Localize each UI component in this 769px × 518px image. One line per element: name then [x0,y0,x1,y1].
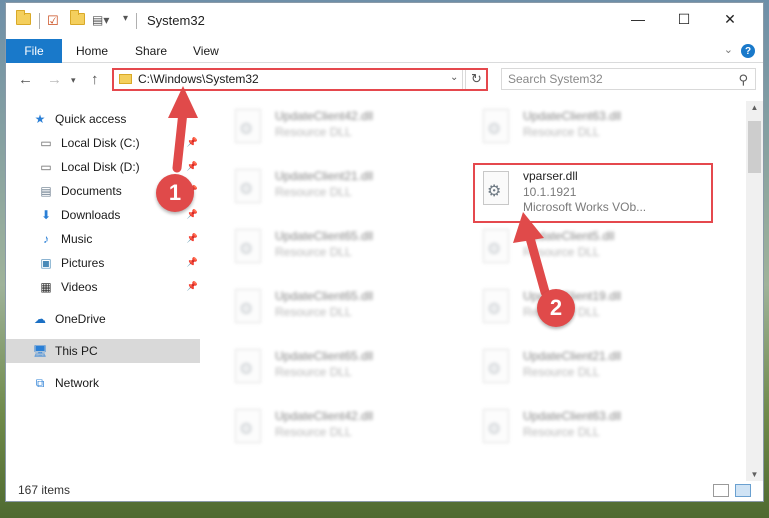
recent-locations-icon[interactable]: ▾ [71,75,76,86]
scrollbar-thumb[interactable] [748,121,761,173]
list-item[interactable]: ⚙ UpdateClient21.dll Resource DLL [231,165,461,209]
close-button[interactable]: ✕ [707,3,753,35]
sidebar-item-music[interactable]: ♪ Music 📌 [6,227,200,251]
dll-file-icon: ⚙ [231,407,265,447]
dll-file-icon: ⚙ [231,347,265,387]
new-folder-icon[interactable] [70,10,85,25]
network-icon: ⧉ [35,375,45,390]
videos-icon: ▦ [40,280,52,294]
list-item[interactable]: ⚙ UpdateClient65.dll Resource DLL [231,225,461,269]
dll-file-icon: ⚙ [231,227,265,267]
list-item[interactable]: ⚙ UpdateClient65.dll Resource DLL [231,345,461,389]
drive-icon: ▭ [40,136,52,150]
separator [39,13,40,29]
list-item[interactable]: ⚙ UpdateClient19.dllResource DLL [479,285,709,329]
pin-icon: 📌 [186,281,198,291]
dll-file-icon: ⚙ [231,107,265,147]
pc-icon: 🖥 [32,344,48,358]
customize-toolbar-icon[interactable]: ▤▾ [92,13,109,27]
pin-icon: 📌 [186,233,198,243]
search-placeholder: Search System32 [508,72,603,86]
maximize-button[interactable]: ☐ [661,3,707,35]
sidebar-item-onedrive[interactable]: ☁ OneDrive [6,307,200,331]
vertical-scrollbar[interactable]: ▲ ▼ [746,101,763,481]
ribbon-tabs: File Home Share View ⌄ ? [6,39,763,63]
pictures-icon: ▣ [40,256,52,270]
file-list: ⚙ UpdateClient42.dll Resource DLL ⚙ Updat… [211,101,741,481]
onedrive-icon: ☁ [34,312,46,326]
pin-icon: 📌 [186,137,198,147]
tab-file[interactable]: File [6,39,62,63]
list-item[interactable]: ⚙ UpdateClient42.dll Resource DLL [231,105,461,149]
folder-icon[interactable] [16,10,31,25]
tab-home[interactable]: Home [76,39,108,63]
expand-ribbon-icon[interactable]: ⌄ [724,43,733,56]
music-icon: ♪ [43,232,49,246]
sidebar-item-videos[interactable]: ▦ Videos 📌 [6,275,200,299]
up-icon[interactable]: ↑ [91,71,99,88]
list-item[interactable]: ⚙ UpdateClient42.dll Resource DLL [231,405,461,449]
dll-file-icon: ⚙ [479,227,513,267]
sidebar-item-local-disk-c[interactable]: ▭ Local Disk (C:) 📌 [6,131,200,155]
item-count: 167 items [18,483,71,497]
tab-share[interactable]: Share [135,39,167,63]
properties-icon[interactable]: ☑ [47,13,59,29]
dll-file-icon: ⚙ [479,287,513,327]
sidebar-item-this-pc[interactable]: 🖥 This PC [6,339,200,363]
downloads-icon: ⬇ [40,208,52,222]
pin-icon: 📌 [186,161,198,171]
explorer-window: ☑ ▤▾ ▾ System32 — ☐ ✕ File Home Share Vi… [5,2,764,502]
drive-icon: ▭ [40,160,52,174]
step-marker-2: 2 [537,289,575,327]
list-item[interactable]: ⚙ UpdateClient65.dll Resource DLL [231,285,461,329]
pin-icon: 📌 [186,257,198,267]
list-item[interactable]: ⚙ UpdateClient63.dll Resource DLL [479,405,709,449]
tab-view[interactable]: View [193,39,219,63]
address-highlight-box [112,68,488,91]
separator [136,13,137,29]
dll-file-icon: ⚙ [479,347,513,387]
dll-file-icon: ⚙ [479,407,513,447]
chevron-down-icon[interactable]: ▾ [123,13,128,24]
tiles-view-icon[interactable] [735,484,751,497]
documents-icon: ▤ [40,184,52,198]
pin-icon: 📌 [186,209,198,219]
scroll-down-icon[interactable]: ▼ [746,470,763,479]
minimize-button[interactable]: — [615,3,661,35]
navigation-pane: ★ Quick access ▭ Local Disk (C:) 📌 ▭ Loc… [6,101,206,481]
scroll-up-icon[interactable]: ▲ [746,103,763,112]
search-icon: ⚲ [738,72,748,87]
sidebar-item-quick-access[interactable]: ★ Quick access [6,107,200,131]
details-view-icon[interactable] [713,484,729,497]
list-item[interactable]: ⚙ UpdateClient21.dll Resource DLL [479,345,709,389]
title-bar: ☑ ▤▾ ▾ System32 — ☐ ✕ [6,3,763,39]
list-item[interactable]: ⚙ UpdateClient5.dll Resource DLL [479,225,709,269]
star-icon: ★ [34,112,46,126]
list-item[interactable]: ⚙ UpdateClient63.dll Resource DLL [479,105,709,149]
help-icon[interactable]: ? [741,44,755,58]
dll-file-icon: ⚙ [479,107,513,147]
window-title: System32 [147,13,205,28]
forward-icon[interactable]: → [47,71,62,88]
address-row: ← → ▾ ↑ C:\Windows\System32 ⌄ ↻ Search S… [6,63,763,99]
file-highlight-box [473,163,713,223]
step-marker-1: 1 [156,174,194,212]
dll-file-icon: ⚙ [231,287,265,327]
search-input[interactable]: Search System32 ⚲ [501,68,756,90]
dll-file-icon: ⚙ [231,167,265,207]
status-bar: 167 items [6,479,763,501]
sidebar-item-network[interactable]: ⧉ Network [6,371,200,395]
back-icon[interactable]: ← [18,71,33,88]
sidebar-item-pictures[interactable]: ▣ Pictures 📌 [6,251,200,275]
